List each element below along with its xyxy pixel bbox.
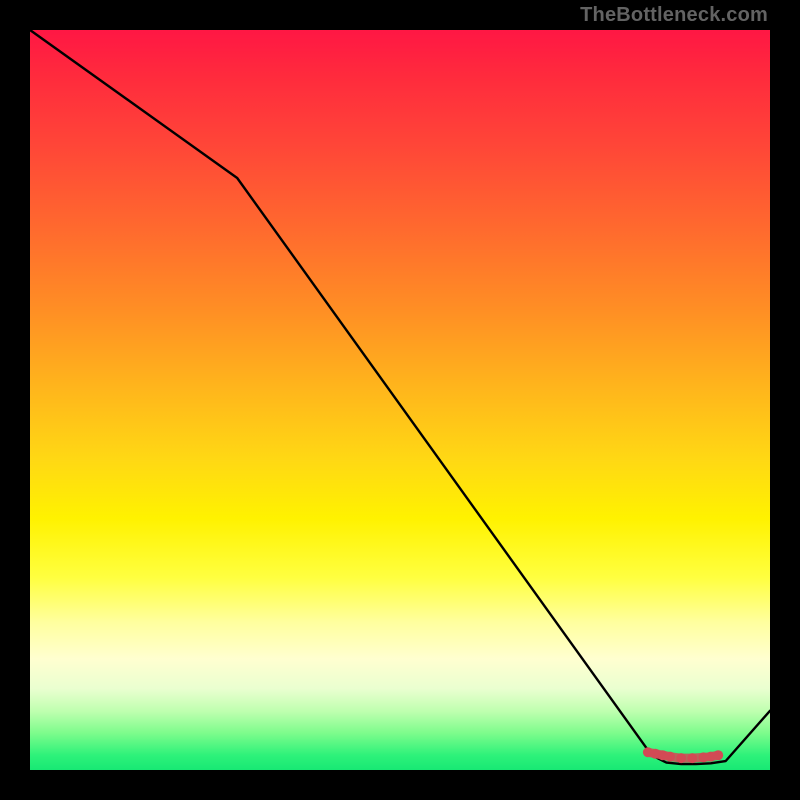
- bottleneck-curve: [30, 30, 770, 764]
- chart-overlay: [30, 30, 770, 770]
- optimal-point: [687, 753, 697, 763]
- optimal-point: [676, 753, 686, 763]
- chart-frame: TheBottleneck.com: [0, 0, 800, 800]
- optimal-point: [713, 750, 723, 760]
- optimal-point: [665, 752, 675, 762]
- watermark-text: TheBottleneck.com: [580, 4, 768, 27]
- optimal-band-markers: [643, 747, 723, 763]
